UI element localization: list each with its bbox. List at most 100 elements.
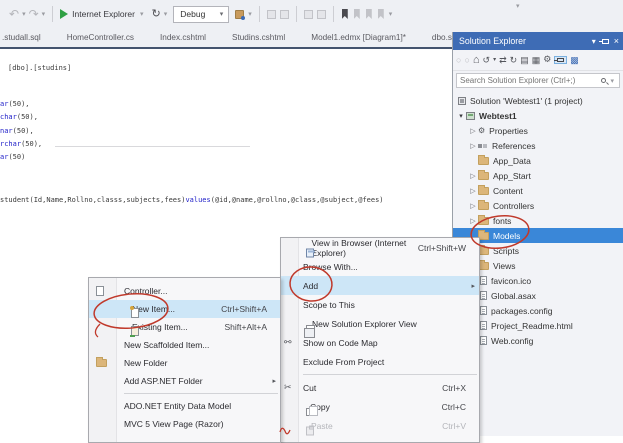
run-target-label[interactable]: Internet Explorer (72, 9, 135, 19)
window-position-chevron-icon[interactable]: ▾ (592, 37, 596, 46)
back-icon[interactable]: ○ (456, 56, 461, 65)
menu-item-new-item[interactable]: New Item...Ctrl+Shift+A (89, 300, 280, 318)
pending-changes-filter-icon[interactable]: ⇄ (499, 56, 507, 65)
indent-icon[interactable] (317, 10, 326, 19)
restart-icon[interactable]: ↻ (152, 9, 161, 20)
tab-studins-cshtml[interactable]: Studins.cshtml (219, 33, 298, 42)
switch-views-icon[interactable]: ↺ (483, 56, 491, 65)
menu-item-exclude-from-project[interactable]: Exclude From Project (281, 352, 479, 371)
tree-item-webtest1[interactable]: ▾Webtest1 (453, 108, 623, 123)
configuration-value: Debug (180, 9, 205, 19)
menu-item-new-folder[interactable]: New Folder (89, 354, 280, 372)
chevron-collapsed-icon[interactable]: ▷ (468, 172, 478, 180)
tree-item-content[interactable]: ▷Content (453, 183, 623, 198)
chevron-collapsed-icon[interactable]: ▷ (468, 217, 478, 225)
toggle-bookmark-icon[interactable] (342, 9, 348, 19)
close-icon[interactable]: × (614, 36, 619, 46)
tree-item-properties[interactable]: ▷⚙Properties (453, 123, 623, 138)
toolbar-separator (259, 6, 260, 22)
new-folder-icon (96, 359, 107, 367)
menu-item-view-in-browser[interactable]: View in Browser (Internet Explorer)Ctrl+… (281, 238, 479, 257)
start-debug-play-icon[interactable] (60, 9, 68, 19)
menu-item-existing-item[interactable]: Existing Item...Shift+Alt+A (89, 318, 280, 336)
auto-hide-pin-icon[interactable] (602, 39, 609, 44)
tab-model1-edmx[interactable]: Model1.edmx [Diagram1]* (298, 33, 419, 42)
code-line-insert: student(Id,Name,Rollno,classs,subjects,f… (0, 196, 384, 204)
search-icon (601, 78, 606, 83)
redo-chevron-down-icon[interactable]: ▾ (42, 10, 46, 18)
tree-item-fonts[interactable]: ▷fonts (453, 213, 623, 228)
file-icon (480, 306, 487, 315)
bookmark-group-overflow-icon[interactable]: ▾ (389, 10, 393, 18)
chevron-collapsed-icon[interactable]: ▷ (468, 202, 478, 210)
code-line-table: [dbo].[studins] (8, 64, 71, 72)
menu-item-controller[interactable]: Controller... (89, 282, 280, 300)
menu-item-add-aspnet-folder[interactable]: Add ASP.NET Folder▸ (89, 372, 280, 390)
restart-chevron-down-icon[interactable]: ▾ (164, 10, 168, 18)
run-target-chevron-down-icon[interactable]: ▾ (140, 10, 144, 18)
solution-explorer-header[interactable]: Solution Explorer ▾ × (453, 32, 623, 50)
next-bookmark-icon[interactable] (366, 9, 372, 19)
chevron-collapsed-icon[interactable]: ▷ (468, 187, 478, 195)
file-icon (480, 336, 487, 345)
menu-item-copy[interactable]: CopyCtrl+C (281, 397, 479, 416)
file-icon (480, 276, 487, 285)
comment-icon[interactable] (267, 10, 276, 19)
solution-explorer-search[interactable]: ▾ (456, 73, 620, 88)
solution-configuration-select[interactable]: Debug ▾ (173, 6, 229, 23)
tree-item-controllers[interactable]: ▷Controllers (453, 198, 623, 213)
submenu-arrow-icon: ▸ (471, 282, 475, 290)
menu-item-browse-with[interactable]: Browse With... (281, 257, 479, 276)
tree-item-references[interactable]: ▷References (453, 138, 623, 153)
tab-index-cshtml[interactable]: Index.cshtml (147, 33, 219, 42)
folder-icon (478, 157, 489, 165)
tab-homecontroller-cs[interactable]: HomeController.cs (54, 33, 147, 42)
tab-studall-sql[interactable]: .studall.sql (0, 33, 54, 42)
outdent-icon[interactable] (304, 10, 313, 19)
switch-views-chevron-icon[interactable]: ▾ (493, 57, 496, 63)
menu-item-paste[interactable]: PasteCtrl+V (281, 416, 479, 435)
menu-item-scope-to-this[interactable]: Scope to This (281, 295, 479, 314)
attach-to-process-icon[interactable] (235, 10, 244, 19)
redo-icon[interactable]: ↷ (29, 8, 39, 20)
vs-ide-window: { "toolbar": { "undo": "\u21b6", "redo":… (0, 0, 623, 436)
show-all-files-icon[interactable]: ▤ (520, 56, 529, 65)
menu-item-add[interactable]: Add▸ (281, 276, 479, 295)
context-menu: View in Browser (Internet Explorer)Ctrl+… (280, 237, 480, 443)
folder-icon (478, 187, 489, 195)
existing-item-icon (131, 326, 139, 336)
properties-wrench-icon[interactable]: ⚙ (543, 56, 551, 65)
toolbar-group-overflow-icon[interactable]: ▾ (248, 10, 252, 18)
undo-chevron-down-icon[interactable]: ▾ (22, 10, 26, 18)
chevron-collapsed-icon[interactable]: ▷ (468, 127, 478, 135)
menu-item-show-on-code-map[interactable]: ⚯Show on Code Map (281, 333, 479, 352)
browser-icon (306, 248, 314, 257)
collapse-all-icon[interactable]: ▩ (570, 56, 579, 65)
forward-icon[interactable]: ○ (464, 56, 469, 65)
tree-item-solution[interactable]: Solution 'Webtest1' (1 project) (453, 93, 623, 108)
menu-item-adonet-entity-data-model[interactable]: ADO.NET Entity Data Model (89, 397, 280, 415)
menu-item-mvc5-view-page-razor[interactable]: MVC 5 View Page (Razor) (89, 415, 280, 433)
search-chevron-down-icon[interactable]: ▾ (610, 77, 614, 85)
search-input[interactable] (460, 76, 601, 85)
chevron-expanded-icon[interactable]: ▾ (456, 112, 466, 120)
clear-bookmarks-icon[interactable] (378, 9, 384, 19)
uncomment-icon[interactable] (280, 10, 289, 19)
tree-item-app-data[interactable]: App_Data (453, 153, 623, 168)
preview-selected-items-button[interactable] (554, 56, 567, 64)
previous-bookmark-icon[interactable] (354, 9, 360, 19)
menu-item-new-solution-explorer-view[interactable]: New Solution Explorer View (281, 314, 479, 333)
folder-icon (478, 172, 489, 180)
chevron-collapsed-icon[interactable]: ▷ (468, 142, 478, 150)
controller-file-icon (96, 286, 104, 296)
undo-icon[interactable]: ↶ (9, 8, 19, 20)
menu-item-new-scaffolded-item[interactable]: New Scaffolded Item... (89, 336, 280, 354)
configuration-chevron-down-icon: ▾ (220, 10, 224, 18)
menu-item-cut[interactable]: ✂CutCtrl+X (281, 378, 479, 397)
refresh-icon[interactable]: ↻ (510, 56, 518, 65)
file-icon (480, 291, 487, 300)
folder-icon (478, 217, 489, 225)
home-icon[interactable]: ⌂ (473, 55, 480, 66)
tree-item-app-start[interactable]: ▷App_Start (453, 168, 623, 183)
properties-page-icon[interactable]: ▦ (532, 56, 541, 65)
